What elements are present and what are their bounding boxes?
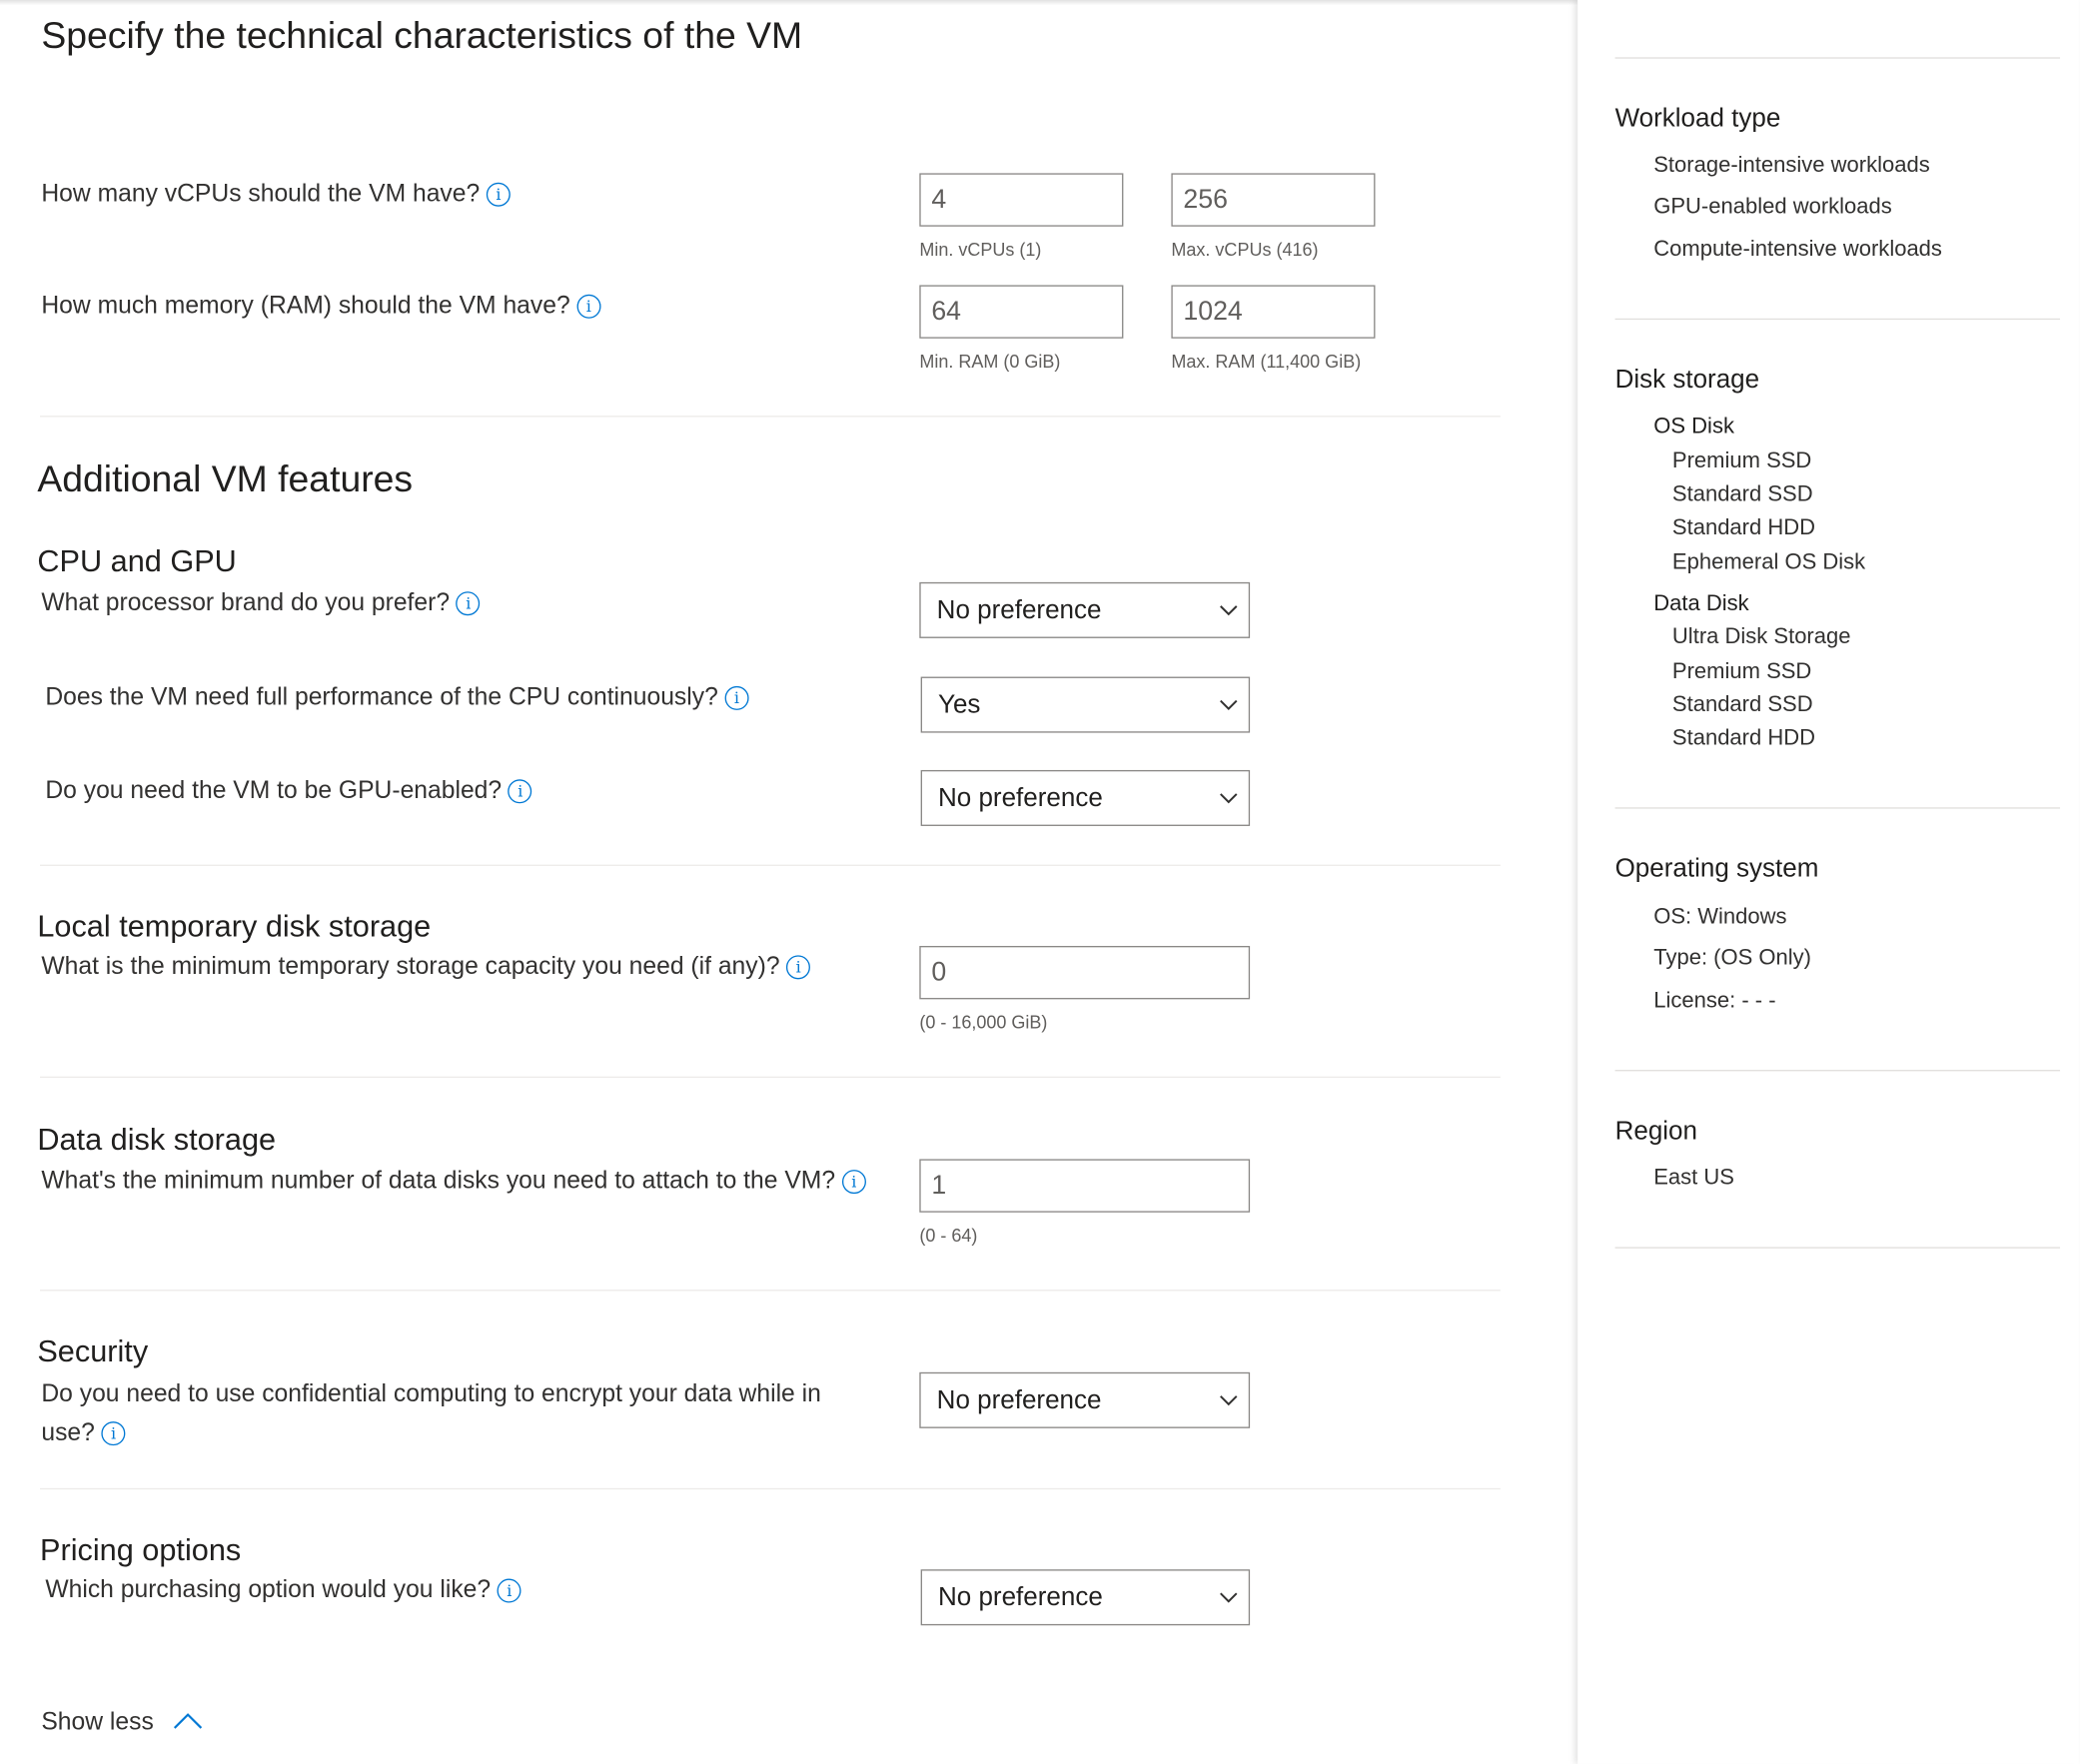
- sidebar-workload-item: Storage-intensive workloads: [1653, 153, 1930, 178]
- data-disk-question: What's the minimum number of data disks …: [41, 1161, 867, 1200]
- info-icon[interactable]: i: [101, 1421, 126, 1446]
- security-question-text: Do you need to use confidential computin…: [41, 1378, 821, 1446]
- ram-max-input[interactable]: 1024: [1171, 285, 1376, 339]
- processor-brand-question-text: What processor brand do you prefer?: [41, 587, 451, 616]
- divider: [40, 1290, 1501, 1292]
- main-panel: Specify the technical characteristics of…: [0, 0, 1578, 1764]
- page-title: Specify the technical characteristics of…: [41, 14, 803, 57]
- info-icon[interactable]: i: [786, 955, 811, 980]
- sidebar-workload-item: GPU-enabled workloads: [1653, 194, 1892, 219]
- temp-disk-input[interactable]: 0: [919, 945, 1251, 1000]
- chevron-up-icon: [174, 1713, 203, 1729]
- divider: [40, 1487, 1501, 1490]
- vcpu-min-input[interactable]: 4: [919, 173, 1124, 227]
- show-less-label: Show less: [41, 1706, 154, 1735]
- sidebar-data-disk-item: Standard HDD: [1671, 725, 1816, 750]
- pricing-heading: Pricing options: [40, 1531, 242, 1567]
- pricing-question-text: Which purchasing option would you like?: [45, 1574, 492, 1603]
- divider: [40, 864, 1501, 866]
- temp-disk-question-text: What is the minimum temporary storage ca…: [41, 951, 780, 980]
- temp-disk-heading: Local temporary disk storage: [37, 908, 432, 944]
- vcpu-max-hint: Max. vCPUs (416): [1171, 240, 1319, 261]
- sidebar-divider: [1614, 1070, 2061, 1072]
- ram-question: How much memory (RAM) should the VM have…: [41, 290, 601, 320]
- ram-min-hint: Min. RAM (0 GiB): [919, 352, 1061, 373]
- cpu-performance-value: Yes: [937, 689, 981, 720]
- gpu-question: Do you need the VM to be GPU-enabled? i: [45, 775, 532, 804]
- security-value: No preference: [936, 1385, 1102, 1415]
- pricing-select[interactable]: No preference: [920, 1569, 1251, 1626]
- info-icon[interactable]: i: [456, 591, 481, 616]
- temp-disk-hint: (0 - 16,000 GiB): [919, 1012, 1048, 1033]
- cpu-performance-question-text: Does the VM need full performance of the…: [45, 681, 718, 710]
- additional-features-title: Additional VM features: [37, 457, 414, 500]
- top-shadow: [0, 0, 1578, 6]
- gpu-question-text: Do you need the VM to be GPU-enabled?: [45, 775, 503, 804]
- pricing-question: Which purchasing option would you like? i: [45, 1574, 521, 1604]
- cpu-gpu-heading: CPU and GPU: [37, 543, 237, 578]
- sidebar-region-title: Region: [1614, 1116, 1697, 1147]
- cpu-performance-select[interactable]: Yes: [920, 676, 1251, 733]
- sidebar-workload-title: Workload type: [1614, 104, 1781, 134]
- info-icon[interactable]: i: [724, 685, 749, 710]
- info-icon[interactable]: i: [508, 779, 532, 804]
- ram-min-input[interactable]: 64: [919, 285, 1124, 339]
- show-less-button[interactable]: Show less: [41, 1707, 203, 1736]
- vcpu-question-text: How many vCPUs should the VM have?: [41, 178, 481, 207]
- data-disk-hint: (0 - 64): [919, 1226, 978, 1247]
- security-question: Do you need to use confidential computin…: [41, 1373, 880, 1450]
- sidebar-os-disk-item: Ephemeral OS Disk: [1671, 549, 1866, 574]
- ram-max-hint: Max. RAM (11,400 GiB): [1171, 352, 1362, 373]
- sidebar-divider: [1614, 1247, 2061, 1249]
- chevron-down-icon: [1220, 605, 1238, 616]
- info-icon[interactable]: i: [497, 1578, 521, 1603]
- sidebar-os-item: License: - - -: [1653, 988, 1776, 1013]
- sidebar-data-disk-item: Standard SSD: [1671, 692, 1813, 717]
- security-heading: Security: [37, 1333, 149, 1368]
- data-disk-question-text: What's the minimum number of data disks …: [41, 1166, 836, 1195]
- ram-question-text: How much memory (RAM) should the VM have…: [41, 290, 570, 319]
- gpu-select[interactable]: No preference: [920, 769, 1251, 826]
- chevron-down-icon: [1220, 699, 1238, 710]
- sidebar-divider: [1614, 318, 2061, 321]
- cpu-performance-question: Does the VM need full performance of the…: [45, 681, 749, 711]
- sidebar-os-disk-item: Standard HDD: [1671, 515, 1816, 540]
- sidebar-region-item: East US: [1653, 1166, 1734, 1191]
- sidebar-os-item: Type: (OS Only): [1653, 945, 1812, 971]
- sidebar-data-disk-label: Data Disk: [1653, 591, 1749, 616]
- data-disk-input[interactable]: 1: [919, 1159, 1251, 1213]
- chevron-down-icon: [1220, 1592, 1238, 1603]
- divider: [40, 416, 1501, 418]
- processor-brand-select[interactable]: No preference: [919, 581, 1251, 638]
- info-icon[interactable]: i: [486, 182, 511, 207]
- gpu-value: No preference: [937, 783, 1103, 813]
- chevron-down-icon: [1220, 793, 1238, 804]
- sidebar-data-disk-item: Ultra Disk Storage: [1671, 624, 1851, 649]
- info-icon[interactable]: i: [576, 294, 601, 319]
- sidebar-os-disk-item: Premium SSD: [1671, 448, 1812, 473]
- security-select[interactable]: No preference: [919, 1371, 1251, 1428]
- sidebar-data-disk-item: Premium SSD: [1671, 659, 1812, 684]
- sidebar-os-item: OS: Windows: [1653, 904, 1787, 929]
- pricing-value: No preference: [937, 1582, 1103, 1612]
- temp-disk-question: What is the minimum temporary storage ca…: [41, 951, 811, 980]
- sidebar-os-disk-label: OS Disk: [1653, 414, 1734, 439]
- vcpu-max-input[interactable]: 256: [1171, 173, 1376, 227]
- processor-brand-question: What processor brand do you prefer? i: [41, 587, 481, 616]
- chevron-down-icon: [1220, 1395, 1238, 1406]
- data-disk-heading: Data disk storage: [37, 1122, 277, 1157]
- sidebar-divider: [1614, 57, 2061, 59]
- sidebar-workload-item: Compute-intensive workloads: [1653, 237, 1942, 262]
- sidebar-disk-title: Disk storage: [1614, 365, 1760, 395]
- info-icon[interactable]: i: [841, 1170, 866, 1195]
- divider: [40, 1076, 1501, 1079]
- vcpu-min-hint: Min. vCPUs (1): [919, 240, 1042, 261]
- sidebar-os-title: Operating system: [1614, 853, 1819, 884]
- processor-brand-value: No preference: [936, 595, 1102, 625]
- sidebar-divider: [1614, 807, 2061, 809]
- sidebar-os-disk-item: Standard SSD: [1671, 481, 1813, 506]
- vcpu-question: How many vCPUs should the VM have? i: [41, 179, 511, 208]
